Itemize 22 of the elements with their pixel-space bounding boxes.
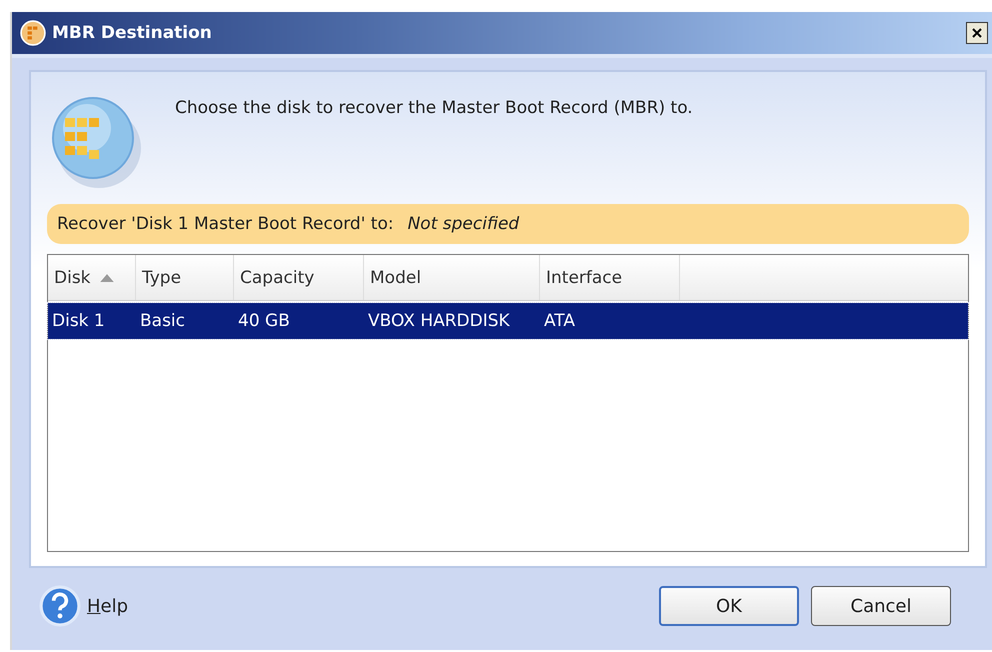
table-cell-text: Disk 1 <box>51 311 106 331</box>
column-header[interactable]: Disk <box>48 255 136 300</box>
destination-label: Recover 'Disk 1 Master Boot Record' to: <box>57 214 394 234</box>
table-cell-text: Basic <box>139 311 186 331</box>
column-header[interactable]: Capacity <box>234 255 364 300</box>
table-cell-text: VBOX HARDDISK <box>367 311 511 331</box>
close-icon <box>971 27 983 39</box>
destination-value: Not specified <box>408 214 520 234</box>
table-cell-text: 40 GB <box>237 311 291 331</box>
window-title: MBR Destination <box>52 23 212 43</box>
close-button[interactable] <box>966 22 988 44</box>
column-header[interactable]: Type <box>136 255 234 300</box>
app-logo-icon <box>20 20 46 46</box>
column-header[interactable]: Interface <box>540 255 680 300</box>
help-link[interactable]: Help <box>87 596 128 616</box>
help-icon[interactable] <box>39 585 81 627</box>
dialog-button[interactable]: Cancel <box>811 586 951 626</box>
table-row[interactable]: Disk 1 Basic 40 GB VBOX HARDDISK ATA <box>48 303 968 339</box>
dialog-button[interactable]: OK <box>659 586 799 626</box>
column-header[interactable]: Model <box>364 255 540 300</box>
instruction-text: Choose the disk to recover the Master Boot Record (MBR) to. <box>175 98 693 120</box>
table-cell-text: ATA <box>543 311 576 331</box>
